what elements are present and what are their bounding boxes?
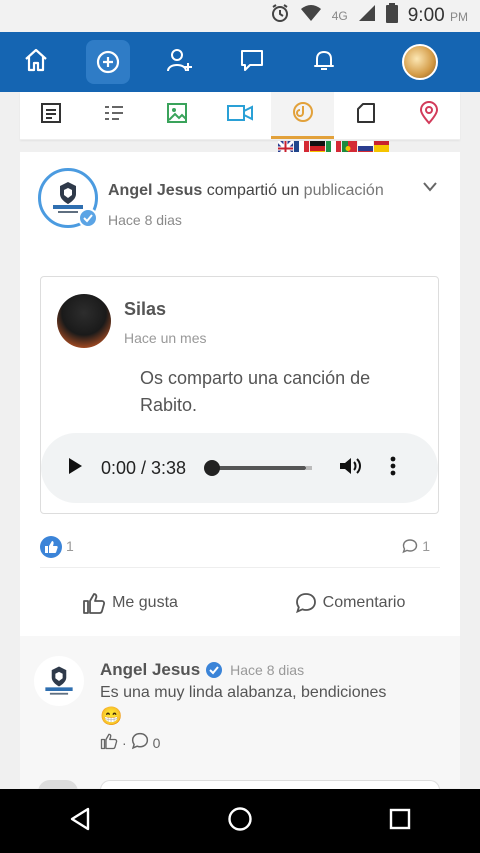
post-action: compartió un: [206, 182, 300, 199]
post-time[interactable]: Hace 8 dias: [108, 212, 182, 228]
comment-icon: [295, 593, 316, 614]
tab-list[interactable]: [83, 92, 146, 139]
text-icon: [40, 102, 62, 129]
audio-seek-bar[interactable]: [204, 460, 313, 476]
profile-button[interactable]: [360, 32, 480, 92]
chat-icon: [239, 47, 265, 78]
comment-author: Angel Jesus Hace 8 dias: [100, 660, 304, 680]
more-vertical-icon: [390, 456, 396, 475]
home-system-button[interactable]: [227, 806, 253, 837]
signal-icon: [358, 4, 376, 28]
list-icon: [103, 102, 125, 129]
network-label: 4G: [331, 9, 348, 23]
shared-post-text: Os comparto una canción de Rabito.: [140, 368, 371, 415]
comment-like-button[interactable]: [100, 732, 118, 753]
shared-author-avatar[interactable]: [57, 294, 111, 348]
home-button[interactable]: [0, 32, 72, 92]
chevron-down-icon: [422, 180, 438, 197]
home-icon: [23, 47, 49, 78]
comment-author-name[interactable]: Angel Jesus: [100, 660, 200, 680]
tab-location[interactable]: [397, 92, 460, 139]
post-title: Angel Jesus compartió un publicación: [108, 182, 384, 200]
audio-more-button[interactable]: [390, 456, 396, 481]
notifications-button[interactable]: [288, 32, 360, 92]
messages-button[interactable]: [216, 32, 288, 92]
like-badge-icon: [40, 536, 62, 558]
verified-icon: [206, 662, 223, 678]
like-count[interactable]: 1: [66, 538, 74, 554]
play-button[interactable]: [67, 457, 83, 480]
audio-time: 0:00 / 3:38: [101, 457, 187, 478]
thumbs-up-icon: [100, 733, 118, 750]
like-label: Me gusta: [112, 594, 178, 611]
wifi-icon: [300, 4, 322, 28]
post-object[interactable]: publicación: [304, 182, 384, 199]
home-circle-icon: [228, 806, 252, 831]
tab-image[interactable]: [146, 92, 209, 139]
tab-video[interactable]: [209, 92, 272, 139]
add-user-icon: [166, 47, 194, 78]
avatar: [402, 44, 438, 80]
image-icon: [166, 102, 188, 129]
create-post-button[interactable]: [72, 32, 144, 92]
separator: ·: [122, 734, 127, 751]
comment-reply-button[interactable]: [131, 732, 149, 753]
recents-square-icon: [390, 808, 411, 829]
verified-icon: [78, 208, 98, 228]
comment-time[interactable]: Hace 8 dias: [230, 662, 304, 678]
recents-button[interactable]: [388, 807, 412, 836]
comment-label: Comentario: [322, 594, 406, 611]
eternal-wonder-logo-icon: [45, 666, 73, 695]
add-circle-icon: [86, 40, 130, 84]
tab-document[interactable]: [334, 92, 397, 139]
status-time: 9:00 PM: [407, 5, 468, 26]
thumbs-up-icon: [83, 593, 106, 614]
seek-remaining: [306, 466, 313, 470]
audio-player: 0:00 / 3:38: [41, 433, 438, 503]
system-navigation-bar: [0, 789, 480, 853]
comment-actions: · 0: [100, 732, 160, 753]
app-bar: [0, 32, 480, 92]
like-button[interactable]: Me gusta: [20, 580, 240, 626]
shared-post-time[interactable]: Hace un mes: [124, 330, 206, 346]
status-bar: 4G 9:00 PM: [0, 0, 480, 32]
volume-icon: [340, 457, 362, 474]
bell-icon: [311, 47, 337, 78]
shared-author-name[interactable]: Silas: [124, 299, 166, 320]
play-icon: [69, 457, 82, 474]
comment-count[interactable]: 1: [402, 538, 430, 554]
author-name[interactable]: Angel Jesus: [108, 182, 202, 199]
volume-button[interactable]: [338, 455, 362, 482]
audio-icon: [291, 100, 315, 129]
document-icon: [355, 102, 377, 129]
comment-section: Angel Jesus Hace 8 dias Es una muy linda…: [20, 636, 460, 788]
comment-emoji: 😁: [100, 706, 123, 726]
post-type-tabs: [20, 92, 460, 140]
back-button[interactable]: [68, 806, 92, 837]
comment-reply-count: 0: [152, 734, 161, 751]
seek-handle[interactable]: [204, 460, 221, 476]
post-menu-button[interactable]: [422, 180, 438, 198]
location-icon: [418, 101, 440, 130]
comment-author-avatar[interactable]: [34, 656, 84, 706]
alarm-icon: [270, 3, 290, 29]
shared-post: Silas Hace un mes Os comparto una canció…: [40, 276, 439, 514]
battery-icon: [385, 3, 398, 29]
video-icon: [227, 102, 253, 129]
post-card: Angel Jesus compartió un publicación Hac…: [20, 152, 460, 636]
post-actions: Me gusta Comentario: [20, 580, 460, 626]
comment-text: Es una muy linda alabanza, bendiciones: [100, 684, 387, 701]
tab-audio[interactable]: [271, 92, 335, 139]
post-stats: 1 1: [40, 528, 440, 568]
tab-text[interactable]: [20, 92, 83, 139]
add-friend-button[interactable]: [144, 32, 216, 92]
comment-button[interactable]: Comentario: [240, 580, 460, 626]
comment-icon: [131, 732, 148, 750]
comment-icon: [402, 539, 418, 554]
back-triangle-icon: [70, 807, 89, 830]
